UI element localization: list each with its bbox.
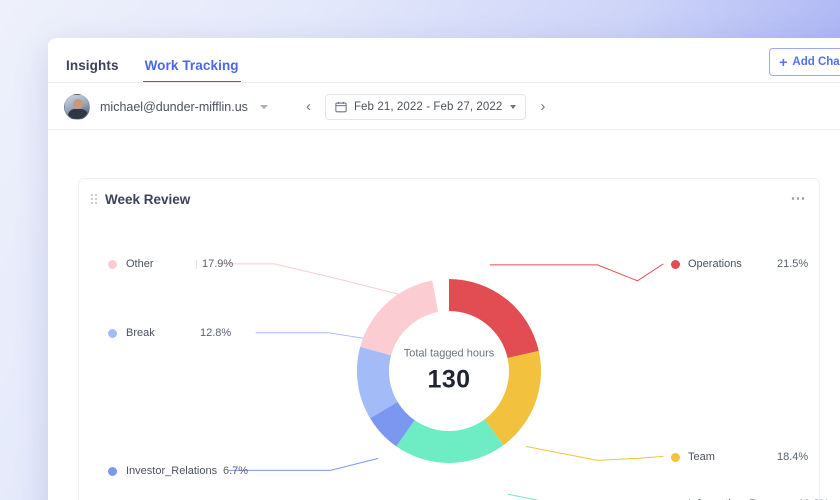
- slice-other[interactable]: [360, 281, 438, 356]
- legend-item-other[interactable]: Other 17.9%: [108, 258, 288, 270]
- app-window: Insights Work Tracking + Add Chart micha…: [48, 38, 840, 500]
- legend-value-other: 17.9%: [202, 258, 233, 270]
- legend-item-operations[interactable]: Operations 21.5%: [671, 258, 821, 270]
- slice-information-processing[interactable]: [396, 419, 503, 463]
- date-range-label: Feb 21, 2022 - Feb 27, 2022: [354, 101, 502, 113]
- next-period-button[interactable]: ›: [536, 99, 549, 114]
- more-options-icon[interactable]: ⋯: [791, 191, 808, 206]
- tab-list: Insights Work Tracking: [64, 38, 241, 83]
- total-value: 130: [384, 366, 514, 395]
- total-label: Total tagged hours: [384, 348, 514, 360]
- drag-handle-icon[interactable]: [91, 194, 97, 204]
- card-title: Week Review: [105, 192, 190, 207]
- legend-label-other: Other: [126, 258, 154, 270]
- top-navigation-bar: Insights Work Tracking + Add Chart: [48, 38, 840, 83]
- filterbar-divider: [48, 129, 840, 130]
- tab-work-tracking[interactable]: Work Tracking: [143, 59, 241, 84]
- chevron-down-icon-user[interactable]: [260, 105, 268, 109]
- legend-swatch-investor-relations: [108, 467, 117, 476]
- prev-period-button[interactable]: ‹: [302, 99, 315, 114]
- legend-label-operations: Operations: [688, 258, 742, 270]
- tab-insights[interactable]: Insights: [64, 59, 121, 84]
- legend-swatch-team: [671, 453, 680, 462]
- legend-label-investor-relations: Investor_Relations: [126, 465, 217, 477]
- legend-item-team[interactable]: Team 18.4%: [671, 451, 821, 463]
- legend-item-break[interactable]: Break 12.8%: [108, 327, 288, 339]
- legend-value-investor-relations: 6.7%: [223, 465, 248, 477]
- legend-item-investor-relations[interactable]: Investor_Relations 6.7%: [108, 465, 308, 477]
- add-chart-label: Add Chart: [792, 56, 840, 68]
- slice-operations[interactable]: [449, 279, 539, 358]
- add-chart-button[interactable]: + Add Chart: [769, 48, 840, 76]
- donut-chart: Total tagged hours 130 Other 17.9% Break…: [79, 219, 819, 500]
- week-review-card: Week Review ⋯: [78, 178, 820, 500]
- legend-value-team: 18.4%: [777, 451, 808, 463]
- date-range-picker[interactable]: Feb 21, 2022 - Feb 27, 2022: [325, 94, 526, 120]
- donut-center-text: Total tagged hours 130: [384, 348, 514, 395]
- user-email-label: michael@dunder-mifflin.us: [100, 100, 248, 114]
- chevron-down-icon-date: [510, 105, 516, 109]
- leader-line-information-processing: [508, 494, 664, 500]
- calendar-icon: [335, 101, 347, 113]
- legend-value-operations: 21.5%: [777, 258, 808, 270]
- legend-value-break: 12.8%: [200, 327, 231, 339]
- legend-label-team: Team: [688, 451, 715, 463]
- card-header: Week Review ⋯: [79, 179, 819, 219]
- plus-icon: +: [779, 55, 787, 69]
- legend-swatch-break: [108, 329, 117, 338]
- legend-swatch-operations: [671, 260, 680, 269]
- legend-swatch-other: [108, 260, 117, 269]
- donut-graphic: Total tagged hours 130: [349, 271, 549, 471]
- avatar: [64, 94, 90, 120]
- legend-label-break: Break: [126, 327, 155, 339]
- filter-bar: michael@dunder-mifflin.us ‹ Feb 21, 2022…: [48, 83, 840, 130]
